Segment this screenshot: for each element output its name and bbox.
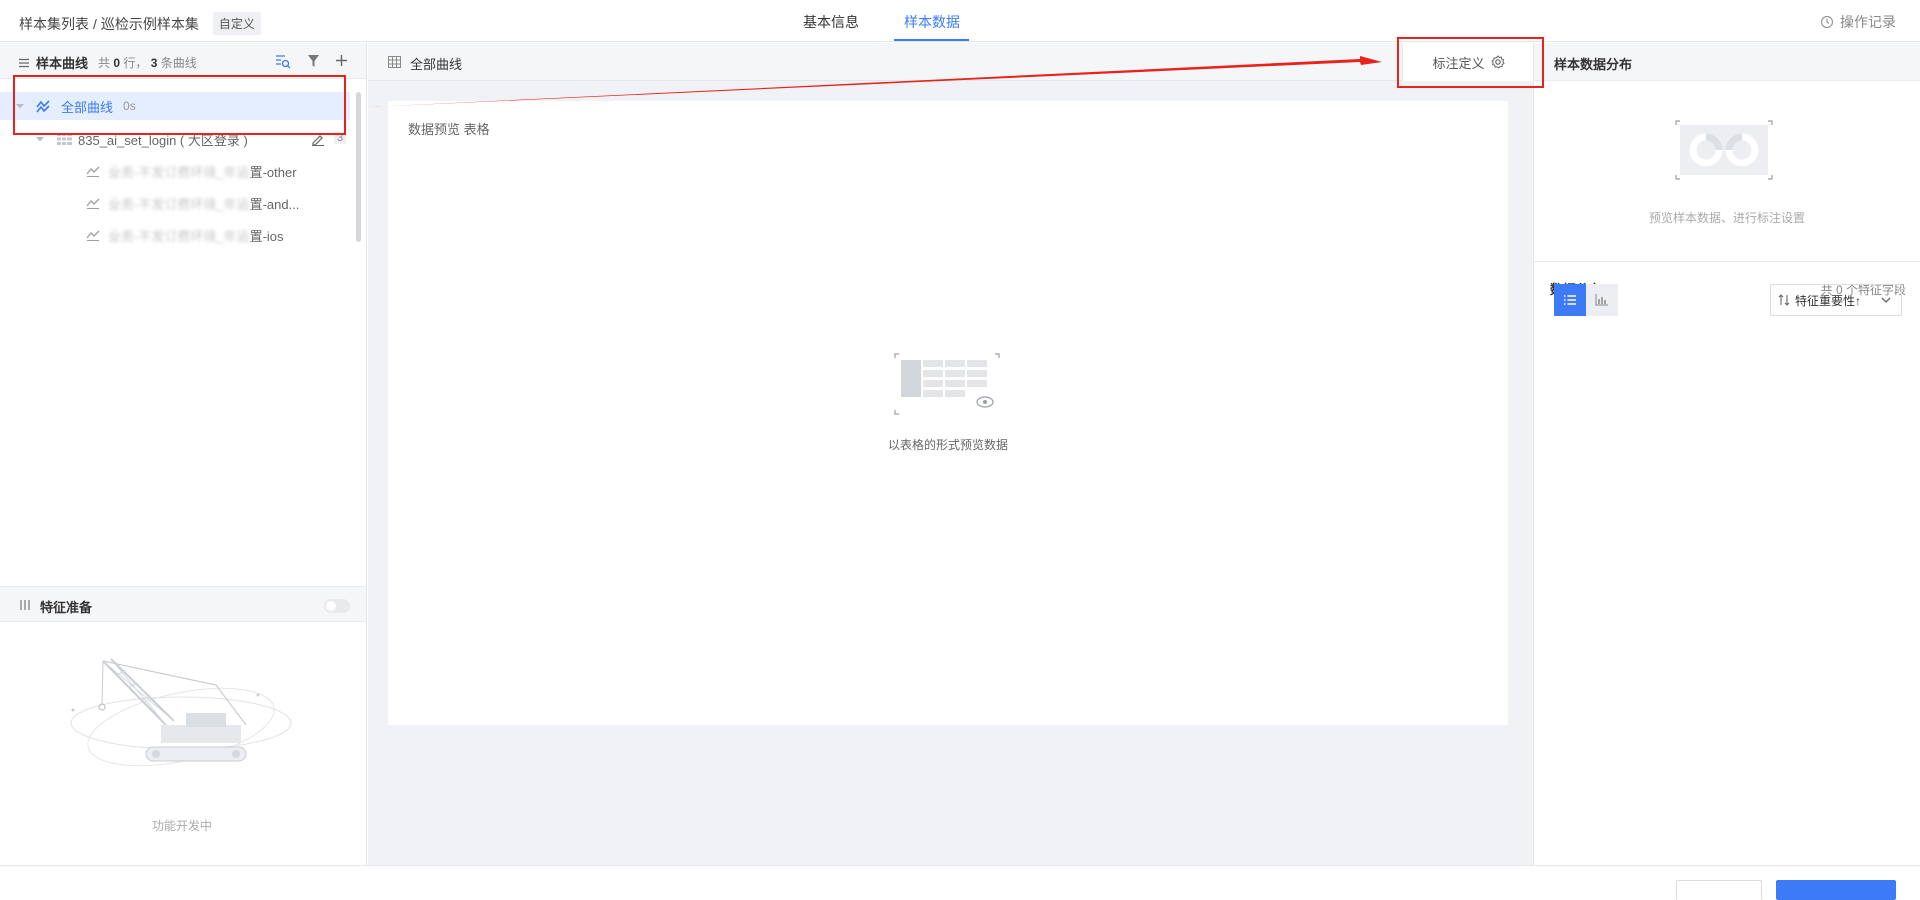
breadcrumb-root[interactable]: 样本集列表 — [19, 14, 89, 34]
curve-name-suffix: 置-and... — [249, 196, 300, 212]
bars-icon — [20, 600, 30, 610]
operation-log-label: 操作记录 — [1840, 14, 1896, 30]
bottom-action-bar — [0, 865, 1920, 900]
sort-select[interactable]: 特征重要性↑ — [1770, 284, 1902, 316]
active-tab-indicator — [894, 39, 969, 41]
highlight-box-annotation-definition — [1397, 37, 1544, 88]
preview-header-label: 全部曲线 — [410, 57, 463, 72]
tree-item-curve[interactable]: 业务-不发订费环境_年运 置-and... — [0, 189, 350, 217]
caret-down-icon[interactable] — [35, 134, 45, 144]
search-list-icon[interactable] — [275, 54, 291, 69]
curve-name-suffix: 置-ios — [249, 228, 284, 244]
curve-name-blurred: 业务-不发订费环境_年运 — [108, 196, 250, 212]
secondary-action-button[interactable] — [1676, 880, 1762, 900]
line-chart-icon — [86, 166, 100, 177]
sample-curve-header: 样本曲线 共 0 行， 3 条曲线 — [0, 43, 366, 79]
list-view-button[interactable] — [1554, 284, 1586, 316]
tree-item-curve[interactable]: 业务-不发订费环境_年运 置-ios — [0, 221, 350, 249]
add-icon[interactable] — [335, 54, 348, 67]
curve-name-suffix: 置-other — [249, 164, 297, 180]
list-icon — [19, 58, 29, 67]
preview-empty-text: 以表格的形式预览数据 — [888, 438, 1009, 452]
breadcrumb-current: 巡检示例样本集 — [100, 15, 199, 32]
tree-item-curve[interactable]: 业务-不发订费环境_年运 置-other — [0, 157, 350, 185]
distribution-header: 样本数据分布 — [1534, 43, 1920, 81]
custom-tag: 自定义 — [212, 12, 261, 35]
feature-prep-header: 特征准备 — [0, 586, 366, 622]
feature-prep-toggle[interactable] — [324, 599, 350, 613]
sample-curve-panel: 样本曲线 共 0 行， 3 条曲线 全部曲线 0s 835_ai_set_log… — [0, 43, 367, 865]
operation-log-link[interactable]: 操作记录 — [1820, 12, 1896, 32]
breadcrumb: 样本集列表 / 巡检示例样本集 自定义 — [19, 12, 261, 35]
preview-card-title: 数据预览 表格 — [408, 122, 490, 137]
top-bar: 样本集列表 / 巡检示例样本集 自定义 基本信息 样本数据 操作记录 — [0, 0, 1920, 42]
preview-card: 数据预览 表格 以表格的形式预览数据 — [388, 101, 1508, 725]
distribution-header-title: 样本数据分布 — [1554, 57, 1633, 72]
curve-name-blurred: 业务-不发订费环境_年运 — [108, 228, 250, 244]
curve-name-blurred: 业务-不发订费环境_年运 — [108, 164, 250, 180]
history-icon — [1820, 15, 1834, 29]
chevron-down-icon — [1881, 297, 1891, 303]
tab-sample-data[interactable]: 样本数据 — [904, 12, 960, 32]
primary-action-button[interactable] — [1776, 880, 1896, 900]
donut-preview-icon — [1675, 120, 1773, 180]
tree-scrollbar[interactable] — [356, 92, 361, 242]
chart-view-button[interactable] — [1586, 284, 1618, 316]
list-view-icon — [1564, 295, 1576, 305]
sample-distribution-panel: 样本数据分布 预览样本数据、进行标注设置 数据分布 共 0 个特征字段 — [1533, 43, 1920, 865]
feature-prep-title: 特征准备 — [40, 600, 93, 615]
sort-select-value: 特征重要性↑ — [1795, 293, 1862, 308]
preview-header: 全部曲线 — [368, 43, 1533, 81]
table-preview-icon — [894, 353, 1000, 415]
line-chart-icon — [86, 230, 100, 241]
highlight-box-all-curves — [13, 75, 346, 135]
sample-curve-title: 样本曲线 — [36, 56, 89, 71]
tab-basic-info[interactable]: 基本信息 — [803, 12, 859, 32]
grid-icon — [388, 56, 401, 68]
bar-chart-icon — [1595, 294, 1608, 306]
line-chart-icon — [86, 198, 100, 209]
sort-icon — [1778, 294, 1790, 306]
distribution-preview-hint: 预览样本数据、进行标注设置 — [1649, 211, 1806, 225]
crane-illustration — [70, 658, 292, 767]
divider — [1534, 261, 1920, 262]
breadcrumb-separator: / — [93, 15, 97, 32]
curve-count: 共 0 行， 3 条曲线 — [98, 56, 197, 70]
data-preview-area: 全部曲线 数据预览 表格 以表格的形式预览数据 — [368, 43, 1533, 865]
filter-icon[interactable] — [307, 54, 320, 68]
feature-empty-text: 功能开发中 — [152, 819, 213, 833]
